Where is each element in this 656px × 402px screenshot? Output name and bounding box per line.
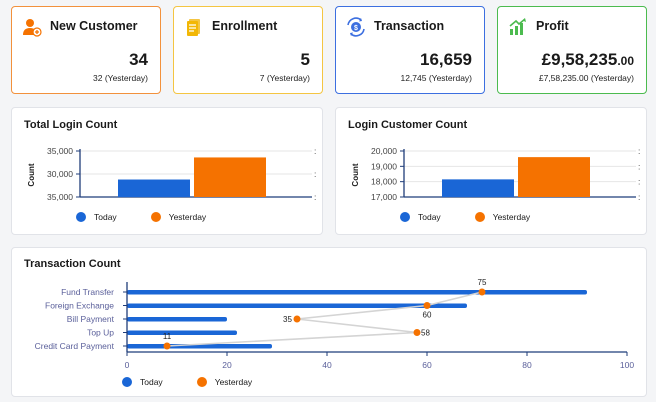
- y-tick-label: 35,000: [47, 146, 73, 156]
- y-tick-label: 19,000: [371, 161, 397, 171]
- svg-text:$: $: [354, 25, 358, 32]
- legend-label: Today: [418, 212, 441, 222]
- transaction-count-chart: 0 20 40 60 80 100 Fund Transfer Foreign Exchang…: [35, 278, 635, 370]
- chart-legend: Today Yesterday: [76, 212, 240, 222]
- category-label: Bill Payment: [67, 314, 115, 324]
- legend-label: Yesterday: [168, 212, 207, 222]
- legend-item-today[interactable]: Today: [400, 212, 441, 222]
- kpi-value: 5: [300, 50, 310, 69]
- bar-yesterday: [194, 157, 266, 197]
- legend-today-marker: [122, 377, 132, 387]
- x-tick-label: 60: [422, 360, 432, 370]
- legend-label: Yesterday: [214, 377, 253, 387]
- right-tick-mark: :: [314, 146, 316, 156]
- y-axis-label: Count: [27, 163, 36, 186]
- bar-today: [127, 330, 237, 335]
- login-customer-count-card: Login Customer Count 20,000:19,000:18,00…: [335, 107, 647, 235]
- kpi-value: 34: [129, 50, 148, 69]
- kpi-card-transaction[interactable]: $ Transaction 16,659 12,745 (Yesterday): [335, 6, 485, 94]
- x-tick-label: 0: [125, 360, 130, 370]
- point-yesterday: [163, 342, 171, 350]
- y-tick-label: 17,000: [371, 192, 397, 202]
- transaction-count-card: Transaction Count 0 20 40 60 80 100 Fund Trans…: [11, 247, 647, 397]
- y-axis-label: Count: [351, 163, 360, 186]
- x-tick-label: 20: [222, 360, 232, 370]
- right-tick-mark: :: [638, 177, 640, 187]
- legend-label: Today: [140, 377, 163, 387]
- right-tick-mark: :: [638, 161, 640, 171]
- kpi-card-new-customer[interactable]: New Customer 34 32 (Yesterday): [11, 6, 161, 94]
- data-label: 58: [421, 329, 430, 338]
- point-yesterday: [293, 315, 301, 323]
- y-tick-label: 20,000: [371, 146, 397, 156]
- y-tick-label: 18,000: [371, 177, 397, 187]
- legend-yesterday-marker: [474, 212, 485, 222]
- point-yesterday: [423, 302, 431, 309]
- category-label: Foreign Exchange: [45, 301, 114, 311]
- total-login-count-card: Total Login Count 35,000:30,000:35,000: C…: [11, 107, 323, 235]
- kpi-title: New Customer: [50, 19, 138, 33]
- bar-today: [127, 290, 587, 295]
- x-tick-label: 100: [620, 360, 634, 370]
- kpi-previous-value: 32 (Yesterday): [93, 73, 148, 83]
- legend-today-marker: [76, 212, 86, 222]
- data-label: 11: [163, 332, 172, 341]
- legend-today-marker: [400, 212, 410, 222]
- legend-item-today[interactable]: Today: [76, 212, 117, 222]
- legend-label: Today: [94, 212, 117, 222]
- category-label: Top Up: [87, 328, 114, 338]
- bar-today: [127, 317, 227, 322]
- bar-yesterday: [518, 157, 590, 197]
- x-tick-label: 40: [322, 360, 332, 370]
- chart-growth-icon: [509, 18, 526, 35]
- legend-item-yesterday[interactable]: Yesterday: [474, 212, 531, 222]
- legend-label: Yesterday: [492, 212, 531, 222]
- category-label: Credit Card Payment: [35, 341, 115, 351]
- point-yesterday: [478, 288, 486, 296]
- legend-yesterday-marker: [196, 377, 207, 387]
- kpi-card-enrollment[interactable]: Enrollment 5 7 (Yesterday): [173, 6, 323, 94]
- bar-today: [442, 179, 514, 197]
- chart-legend: Today Yesterday: [122, 377, 286, 387]
- kpi-previous-value: 12,745 (Yesterday): [400, 73, 472, 83]
- right-tick-mark: :: [314, 169, 316, 179]
- user-add-icon: [23, 19, 42, 37]
- bar-today: [118, 179, 190, 197]
- chart-legend: Today Yesterday: [400, 212, 564, 222]
- x-tick-label: 80: [522, 360, 532, 370]
- kpi-title: Enrollment: [212, 19, 278, 33]
- data-label: 60: [423, 311, 432, 320]
- point-yesterday: [413, 329, 421, 336]
- kpi-title: Profit: [536, 19, 569, 33]
- right-tick-mark: :: [638, 146, 640, 156]
- data-label: 35: [283, 315, 292, 324]
- kpi-value: £9,58,235.00: [541, 50, 634, 69]
- right-tick-mark: :: [314, 192, 316, 202]
- exchange-icon: $: [347, 17, 365, 37]
- kpi-card-profit[interactable]: Profit £9,58,235.00 £7,58,235.00 (Yester…: [497, 6, 647, 94]
- right-tick-mark: :: [638, 192, 640, 202]
- kpi-value: 16,659: [420, 50, 472, 69]
- category-label: Fund Transfer: [61, 287, 114, 297]
- y-tick-label: 35,000: [47, 192, 73, 202]
- document-icon: [187, 19, 200, 36]
- data-label: 75: [478, 278, 487, 287]
- legend-item-yesterday[interactable]: Yesterday: [150, 212, 207, 222]
- legend-item-yesterday[interactable]: Yesterday: [196, 377, 253, 387]
- kpi-title: Transaction: [374, 19, 445, 33]
- kpi-previous-value: 7 (Yesterday): [259, 73, 310, 83]
- kpi-previous-value: £7,58,235.00 (Yesterday): [538, 73, 634, 83]
- legend-yesterday-marker: [150, 212, 161, 222]
- y-tick-label: 30,000: [47, 169, 73, 179]
- legend-item-today[interactable]: Today: [122, 377, 163, 387]
